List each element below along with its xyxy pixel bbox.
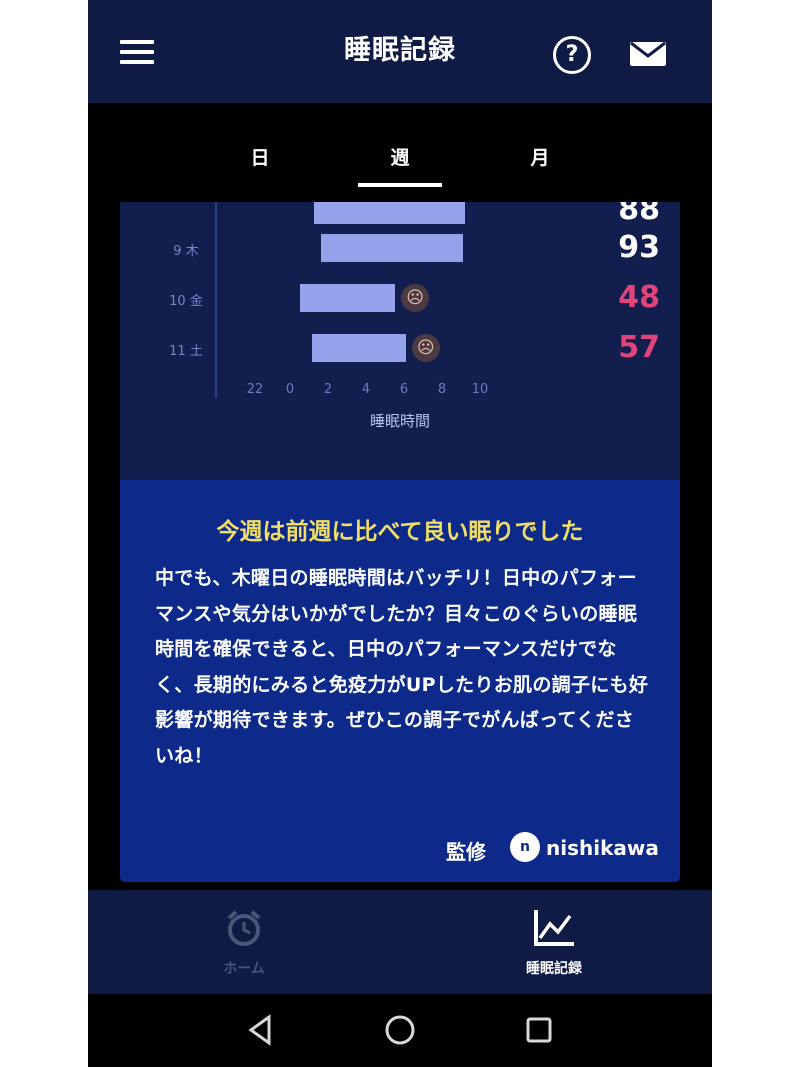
advice-title: 今週は前週に比べて良い眠りでした	[216, 519, 584, 545]
tab-week[interactable]: 週	[355, 143, 445, 170]
envelope-icon[interactable]	[629, 40, 667, 68]
sleep-score: 48	[618, 280, 660, 315]
sleep-score: 57	[618, 330, 660, 365]
low-sleep-face-icon: ☹	[401, 284, 430, 312]
chart-y-axis	[215, 202, 217, 398]
low-sleep-face-icon: ☹	[411, 334, 440, 362]
app-header: 睡眠記録 ?	[88, 0, 712, 103]
phone-screen: 睡眠記録 ? 日 週 月 88 9 木 93 10 金 48 ☹ 11 土 57 ☹ 22 0 …	[88, 0, 712, 1067]
x-tick-label: 4	[361, 382, 371, 397]
question-circle-icon[interactable]: ?	[553, 36, 591, 74]
day-label: 9 木	[173, 244, 199, 259]
weekly-sleep-chart[interactable]: 88 9 木 93 10 金 48 ☹ 11 土 57 ☹ 22 0 2 4 6 8 10 睡眠…	[120, 202, 680, 480]
x-tick-label: 6	[399, 382, 409, 397]
sleep-score: 93	[618, 230, 660, 265]
x-tick-label: 0	[285, 382, 295, 397]
bottom-navigation: ホーム 睡眠記録	[88, 890, 712, 994]
sleep-score: 88	[618, 202, 660, 227]
alarm-clock-icon	[227, 910, 261, 946]
supervision-label: 監修	[446, 840, 486, 864]
system-navigation-bar	[88, 994, 712, 1067]
tab-day[interactable]: 日	[215, 143, 305, 170]
tab-month[interactable]: 月	[495, 143, 585, 170]
recents-square-icon[interactable]	[521, 1012, 557, 1048]
nav-sleep-record-label: 睡眠記録	[526, 961, 582, 977]
brand-name: nishikawa	[546, 836, 659, 860]
sleep-duration-bar	[299, 284, 396, 312]
nav-home[interactable]: ホーム	[184, 908, 304, 978]
page-title: 睡眠記録	[344, 35, 456, 66]
advice-card: 今週は前週に比べて良い眠りでした 中でも、木曜日の睡眠時間はバッチリ！日中のパフ…	[120, 480, 680, 882]
active-tab-indicator	[358, 183, 442, 187]
nav-home-label: ホーム	[223, 961, 265, 977]
x-axis-title: 睡眠時間	[369, 412, 430, 430]
sleep-duration-bar	[314, 202, 466, 224]
x-tick-label: 2	[323, 382, 333, 397]
period-tabs: 日 週 月	[88, 103, 712, 198]
advice-body: 中でも、木曜日の睡眠時間はバッチリ！日中のパフォーマンスや気分はいかがでしたか？…	[155, 567, 649, 767]
x-tick-label: 10	[471, 382, 489, 397]
nishikawa-logo-icon: n	[510, 832, 540, 862]
x-tick-label: 22	[246, 382, 264, 397]
nav-sleep-record[interactable]: 睡眠記録	[494, 908, 614, 978]
home-circle-icon[interactable]	[382, 1012, 418, 1048]
day-label: 10 金	[169, 294, 203, 309]
x-tick-label: 8	[437, 382, 447, 397]
day-label: 11 土	[169, 344, 203, 359]
back-triangle-icon[interactable]	[243, 1012, 279, 1048]
sleep-duration-bar	[320, 234, 464, 262]
line-chart-icon	[534, 910, 574, 946]
sleep-duration-bar	[312, 334, 406, 362]
